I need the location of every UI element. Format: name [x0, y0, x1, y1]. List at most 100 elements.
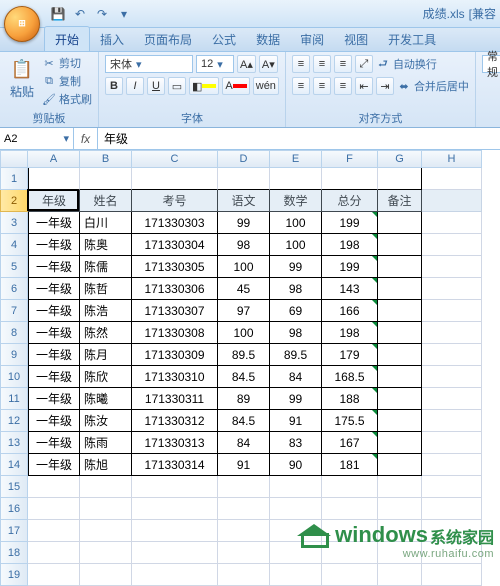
cell[interactable]: 84.5: [218, 410, 270, 432]
cell[interactable]: 一年级: [28, 278, 80, 300]
row-header-8[interactable]: 8: [0, 322, 28, 344]
cell[interactable]: [378, 234, 422, 256]
row-header-16[interactable]: 16: [0, 498, 28, 520]
cell[interactable]: 179: [322, 344, 378, 366]
cell[interactable]: 69: [270, 300, 322, 322]
cell[interactable]: [132, 542, 218, 564]
cell[interactable]: 171330306: [132, 278, 218, 300]
italic-button[interactable]: I: [126, 77, 144, 95]
save-icon[interactable]: 💾: [50, 6, 66, 22]
cell[interactable]: [422, 168, 482, 190]
cell[interactable]: 91: [270, 410, 322, 432]
cell[interactable]: 175.5: [322, 410, 378, 432]
cell[interactable]: [422, 520, 482, 542]
wrap-text-button[interactable]: ⮐自动换行: [376, 56, 437, 72]
cell[interactable]: 一年级: [28, 454, 80, 476]
cell[interactable]: [378, 454, 422, 476]
cell[interactable]: [378, 520, 422, 542]
cell[interactable]: 171330303: [132, 212, 218, 234]
cell[interactable]: 一年级: [28, 212, 80, 234]
cell[interactable]: 一年级: [28, 366, 80, 388]
cell[interactable]: [322, 564, 378, 586]
font-name-combo[interactable]: 宋体▾: [105, 55, 193, 73]
cell[interactable]: 45: [218, 278, 270, 300]
col-header-C[interactable]: C: [132, 150, 218, 168]
cell[interactable]: 陈儒: [80, 256, 132, 278]
cell[interactable]: 一年级: [28, 300, 80, 322]
align-bottom-button[interactable]: ≡: [334, 55, 352, 73]
align-center-button[interactable]: ≡: [313, 77, 331, 95]
number-format-combo[interactable]: 常规: [482, 55, 500, 73]
cell[interactable]: [218, 564, 270, 586]
cell[interactable]: [422, 366, 482, 388]
row-header-3[interactable]: 3: [0, 212, 28, 234]
cell[interactable]: [322, 520, 378, 542]
cell[interactable]: [80, 564, 132, 586]
font-color-button[interactable]: A: [222, 77, 249, 95]
cell[interactable]: 171330304: [132, 234, 218, 256]
row-header-5[interactable]: 5: [0, 256, 28, 278]
copy-button[interactable]: ⧉复制: [42, 73, 92, 89]
cell[interactable]: 199: [322, 212, 378, 234]
cell[interactable]: [80, 168, 132, 190]
cell[interactable]: 89.5: [270, 344, 322, 366]
cell[interactable]: [218, 168, 270, 190]
cell[interactable]: [378, 476, 422, 498]
select-all-corner[interactable]: [0, 150, 28, 168]
cell[interactable]: 171330310: [132, 366, 218, 388]
tab-7[interactable]: 开发工具: [378, 27, 446, 51]
cell[interactable]: 一年级: [28, 256, 80, 278]
cell[interactable]: [422, 190, 482, 212]
cell[interactable]: 167: [322, 432, 378, 454]
cell[interactable]: 89.5: [218, 344, 270, 366]
cell[interactable]: 171330309: [132, 344, 218, 366]
tab-0[interactable]: 开始: [44, 26, 90, 51]
cell[interactable]: [28, 476, 80, 498]
cell[interactable]: 100: [270, 212, 322, 234]
cell[interactable]: 99: [218, 212, 270, 234]
cell[interactable]: 188: [322, 388, 378, 410]
align-top-button[interactable]: ≡: [292, 55, 310, 73]
cell[interactable]: [28, 564, 80, 586]
cell[interactable]: 100: [270, 234, 322, 256]
cell[interactable]: [28, 498, 80, 520]
row-header-9[interactable]: 9: [0, 344, 28, 366]
grow-font-button[interactable]: A▴: [237, 55, 256, 73]
decrease-indent-button[interactable]: ⇤: [355, 77, 373, 95]
cell[interactable]: 陈哲: [80, 278, 132, 300]
row-header-12[interactable]: 12: [0, 410, 28, 432]
undo-icon[interactable]: ↶: [72, 6, 88, 22]
cell[interactable]: 一年级: [28, 410, 80, 432]
tab-3[interactable]: 公式: [202, 27, 246, 51]
cell[interactable]: [378, 366, 422, 388]
redo-icon[interactable]: ↷: [94, 6, 110, 22]
cell[interactable]: 考号: [132, 190, 218, 212]
cell[interactable]: 一年级: [28, 234, 80, 256]
col-header-E[interactable]: E: [270, 150, 322, 168]
cell[interactable]: 99: [270, 256, 322, 278]
row-header-4[interactable]: 4: [0, 234, 28, 256]
cell[interactable]: [322, 542, 378, 564]
align-middle-button[interactable]: ≡: [313, 55, 331, 73]
cell[interactable]: [378, 256, 422, 278]
cell[interactable]: 90: [270, 454, 322, 476]
col-header-G[interactable]: G: [378, 150, 422, 168]
cell[interactable]: [80, 476, 132, 498]
cell[interactable]: 备注: [378, 190, 422, 212]
cell[interactable]: 143: [322, 278, 378, 300]
cell[interactable]: 181: [322, 454, 378, 476]
cell[interactable]: [422, 564, 482, 586]
phonetic-button[interactable]: wén: [253, 77, 279, 95]
col-header-F[interactable]: F: [322, 150, 378, 168]
col-header-H[interactable]: H: [422, 150, 482, 168]
bold-button[interactable]: B: [105, 77, 123, 95]
cell[interactable]: 171330305: [132, 256, 218, 278]
cell[interactable]: [378, 322, 422, 344]
cell[interactable]: [378, 498, 422, 520]
cell[interactable]: [270, 542, 322, 564]
tab-2[interactable]: 页面布局: [134, 27, 202, 51]
cell[interactable]: [132, 498, 218, 520]
cell[interactable]: 84: [270, 366, 322, 388]
cell[interactable]: [270, 476, 322, 498]
cell[interactable]: [270, 564, 322, 586]
